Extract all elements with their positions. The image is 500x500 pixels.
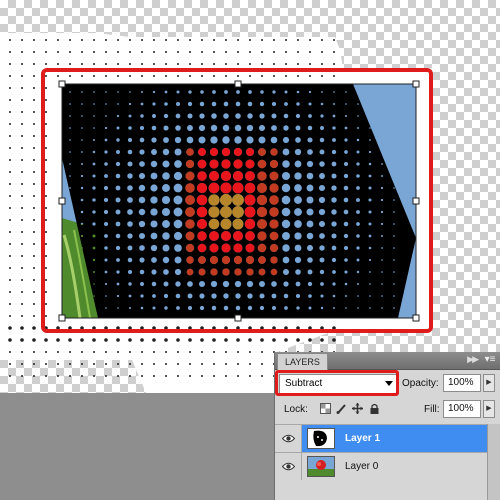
panel-menu-icon[interactable]: ▾≡ <box>483 353 497 366</box>
layer-thumbnail <box>307 456 335 477</box>
eye-icon <box>282 434 295 443</box>
visibility-toggle[interactable] <box>275 425 302 452</box>
fill-input[interactable]: 100% <box>443 400 481 418</box>
opacity-label: Opacity: <box>402 378 439 389</box>
layer-row-layer-1[interactable]: Layer 1 <box>275 424 488 452</box>
lock-position-icon[interactable] <box>352 403 363 414</box>
lock-all-icon[interactable] <box>369 403 380 414</box>
blend-row: Subtract Opacity: 100% ▶ <box>275 370 500 398</box>
tab-layers[interactable]: LAYERS <box>277 353 328 370</box>
layers-panel: LAYERS ▶▶ ▾≡ Subtract Opacity: 100% ▶ Lo… <box>274 352 500 500</box>
canvas-artwork <box>0 33 433 393</box>
fill-slider-toggle[interactable]: ▶ <box>483 400 495 418</box>
layer-name: Layer 0 <box>345 461 379 472</box>
layer-name: Layer 1 <box>345 433 381 444</box>
blend-mode-highlight <box>275 370 399 396</box>
eye-icon <box>282 462 295 471</box>
visibility-toggle[interactable] <box>275 453 302 480</box>
lock-transparency-icon[interactable] <box>320 403 331 414</box>
opacity-input[interactable]: 100% <box>443 374 481 392</box>
lock-row: Lock: Fill: 100% ▶ <box>275 398 500 420</box>
fill-label: Fill: <box>424 404 440 415</box>
double-chevron-right-icon[interactable]: ▶▶ <box>467 354 479 365</box>
layer-thumbnail <box>307 428 335 449</box>
opacity-slider-toggle[interactable]: ▶ <box>483 374 495 392</box>
lock-label: Lock: <box>284 404 308 415</box>
layer-row-layer-0[interactable]: Layer 0 <box>275 452 488 480</box>
panel-scrollbar[interactable] <box>487 424 500 500</box>
lock-image-pixels-icon[interactable] <box>336 403 347 414</box>
panel-header: LAYERS ▶▶ ▾≡ <box>275 352 500 370</box>
